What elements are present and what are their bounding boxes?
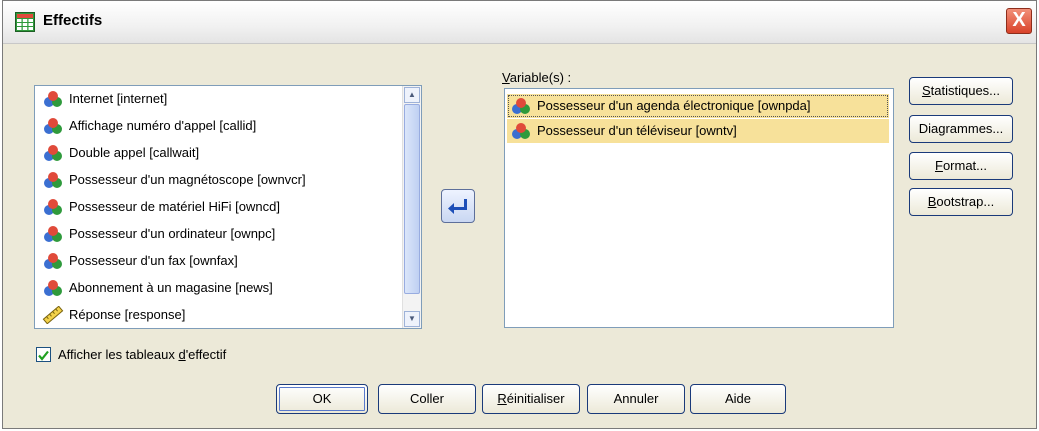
dialog-title: Effectifs: [43, 12, 103, 29]
nominal-variable-icon: [44, 172, 62, 188]
source-item-label: Abonnement à un magasine [news]: [69, 280, 273, 295]
reset-button[interactable]: Réinitialiser: [482, 384, 580, 414]
target-list-item[interactable]: Possesseur d'un agenda électronique [own…: [507, 94, 889, 118]
source-item-label: Possesseur d'un ordinateur [ownpc]: [69, 226, 276, 241]
source-item-label: Internet [internet]: [69, 91, 168, 106]
paste-button[interactable]: Coller: [378, 384, 476, 414]
move-variable-button[interactable]: [441, 189, 475, 223]
source-list-item[interactable]: Internet [internet]: [39, 87, 171, 111]
nominal-variable-icon: [44, 91, 62, 107]
source-list-item[interactable]: Possesseur d'un magnétoscope [ownvcr]: [39, 168, 310, 192]
display-frequency-tables-label: Afficher les tableaux d'effectif: [58, 347, 227, 362]
source-item-label: Réponse [response]: [69, 307, 186, 322]
nominal-variable-icon: [44, 118, 62, 134]
source-item-label: Possesseur de matériel HiFi [owncd]: [69, 199, 280, 214]
nominal-variable-icon: [512, 98, 530, 114]
help-button[interactable]: Aide: [690, 384, 786, 414]
target-item-label: Possesseur d'un agenda électronique [own…: [537, 98, 811, 113]
nominal-variable-icon: [44, 253, 62, 269]
target-variable-list[interactable]: Possesseur d'un agenda électronique [own…: [504, 88, 894, 328]
display-frequency-tables-checkbox[interactable]: [36, 347, 51, 362]
charts-button[interactable]: Diagrammes...: [909, 115, 1013, 143]
format-button[interactable]: Format...: [909, 152, 1013, 180]
source-list-item[interactable]: Possesseur d'un fax [ownfax]: [39, 249, 242, 273]
nominal-variable-icon: [512, 123, 530, 139]
nominal-variable-icon: [44, 280, 62, 296]
target-list-item[interactable]: Possesseur d'un téléviseur [owntv]: [507, 119, 889, 143]
nominal-variable-icon: [44, 226, 62, 242]
scroll-down-icon[interactable]: ▼: [404, 311, 420, 327]
variables-label: Variable(s) :: [502, 70, 572, 85]
source-item-label: Double appel [callwait]: [69, 145, 200, 160]
source-list-item[interactable]: Affichage numéro d'appel [callid]: [39, 114, 260, 138]
bootstrap-button[interactable]: Bootstrap...: [909, 188, 1013, 216]
table-icon: [15, 12, 35, 32]
scrollbar-thumb[interactable]: [404, 104, 420, 294]
ok-button[interactable]: OK: [276, 384, 368, 414]
statistics-button[interactable]: Statistiques...: [909, 77, 1013, 105]
source-item-label: Possesseur d'un magnétoscope [ownvcr]: [69, 172, 306, 187]
nominal-variable-icon: [44, 199, 62, 215]
source-list-item[interactable]: Abonnement à un magasine [news]: [39, 276, 277, 300]
source-list-item[interactable]: Réponse [response]: [39, 303, 189, 327]
close-icon: X: [1012, 9, 1026, 31]
scale-variable-icon: [42, 306, 64, 324]
scroll-up-icon[interactable]: ▲: [404, 87, 420, 103]
source-list-item[interactable]: Possesseur de matériel HiFi [owncd]: [39, 195, 284, 219]
title-bar[interactable]: Effectifs X: [3, 1, 1036, 44]
nominal-variable-icon: [44, 145, 62, 161]
arrow-left-icon: [448, 199, 467, 214]
source-list-scrollbar[interactable]: ▲ ▼: [402, 86, 421, 328]
source-variable-list[interactable]: Internet [internet] Affichage numéro d'a…: [34, 85, 422, 329]
frequencies-dialog: Effectifs X Internet [internet] Affichag…: [2, 0, 1037, 429]
source-list-item[interactable]: Possesseur d'un ordinateur [ownpc]: [39, 222, 279, 246]
source-item-label: Possesseur d'un fax [ownfax]: [69, 253, 238, 268]
target-item-label: Possesseur d'un téléviseur [owntv]: [537, 123, 737, 138]
close-button[interactable]: X: [1006, 8, 1032, 34]
source-list-item[interactable]: Double appel [callwait]: [39, 141, 203, 165]
source-item-label: Affichage numéro d'appel [callid]: [69, 118, 257, 133]
checkmark-icon: [38, 350, 49, 361]
cancel-button[interactable]: Annuler: [587, 384, 685, 414]
